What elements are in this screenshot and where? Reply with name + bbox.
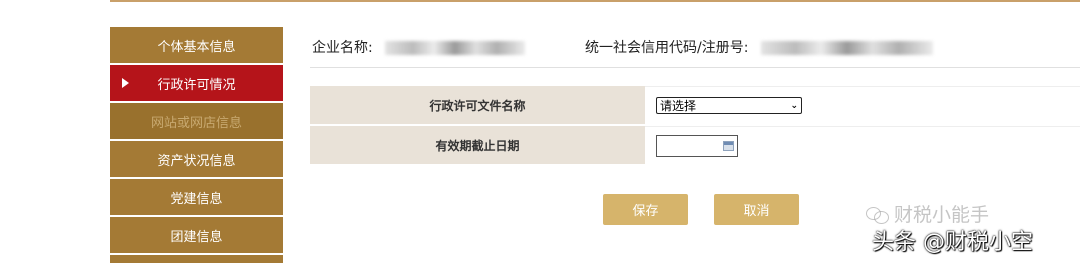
expiry-date-input[interactable] [656,134,738,157]
license-name-select[interactable]: 请选择 ⌄ [656,97,802,114]
save-button[interactable]: 保存 [603,194,688,225]
wechat-icon [866,205,890,224]
sidebar-item-label: 资产状况信息 [157,153,236,169]
sidebar-item-label: 团建信息 [170,229,223,245]
sidebar-item-label: 网站或网店信息 [150,115,242,131]
credit-code-redacted [760,41,933,55]
top-border [110,0,1080,2]
cancel-button[interactable]: 取消 [714,194,799,225]
sidebar-item-more[interactable] [110,255,283,263]
license-select-value: 请选择 [660,99,697,113]
company-name-row: 企业名称: [312,37,526,57]
sidebar-item-label: 行政许可情况 [157,77,236,93]
sidebar-item-admin-license[interactable]: 行政许可情况 [110,65,283,101]
credit-code-label: 统一社会信用代码/注册号: [585,40,749,56]
expiry-date-label: 有效期截止日期 [310,126,645,164]
sidebar-item-basic-info[interactable]: 个体基本信息 [110,27,283,63]
active-arrow-icon [122,78,129,88]
sidebar-item-website-info: 网站或网店信息 [110,103,283,139]
form-row-expiry-date: 有效期截止日期 [310,126,1080,166]
expiry-date-field [645,126,1080,164]
sidebar-nav: 个体基本信息 行政许可情况 网站或网店信息 资产状况信息 党建信息 团建信息 [110,27,283,263]
sidebar-item-label: 个体基本信息 [157,39,236,55]
license-form: 行政许可文件名称 请选择 ⌄ 有效期截止日期 [310,86,1080,166]
header-divider [310,67,1080,68]
license-name-label: 行政许可文件名称 [310,86,645,124]
company-name-redacted [385,41,526,55]
chevron-down-icon: ⌄ [790,100,798,111]
watermark-wechat: 财税小能手 [866,200,989,227]
sidebar-item-party-building[interactable]: 党建信息 [110,179,283,215]
watermark-toutiao: 头条 @财税小空 [872,230,1033,255]
sidebar-item-label: 党建信息 [170,191,223,207]
sidebar-item-league-building[interactable]: 团建信息 [110,217,283,253]
form-row-license-name: 行政许可文件名称 请选择 ⌄ [310,86,1080,126]
calendar-icon[interactable] [723,140,734,151]
sidebar-item-asset-info[interactable]: 资产状况信息 [110,141,283,177]
credit-code-row: 统一社会信用代码/注册号: [585,37,933,57]
watermark-line1: 财税小能手 [894,204,990,226]
company-name-label: 企业名称: [312,40,373,56]
license-name-field: 请选择 ⌄ [645,86,1080,124]
